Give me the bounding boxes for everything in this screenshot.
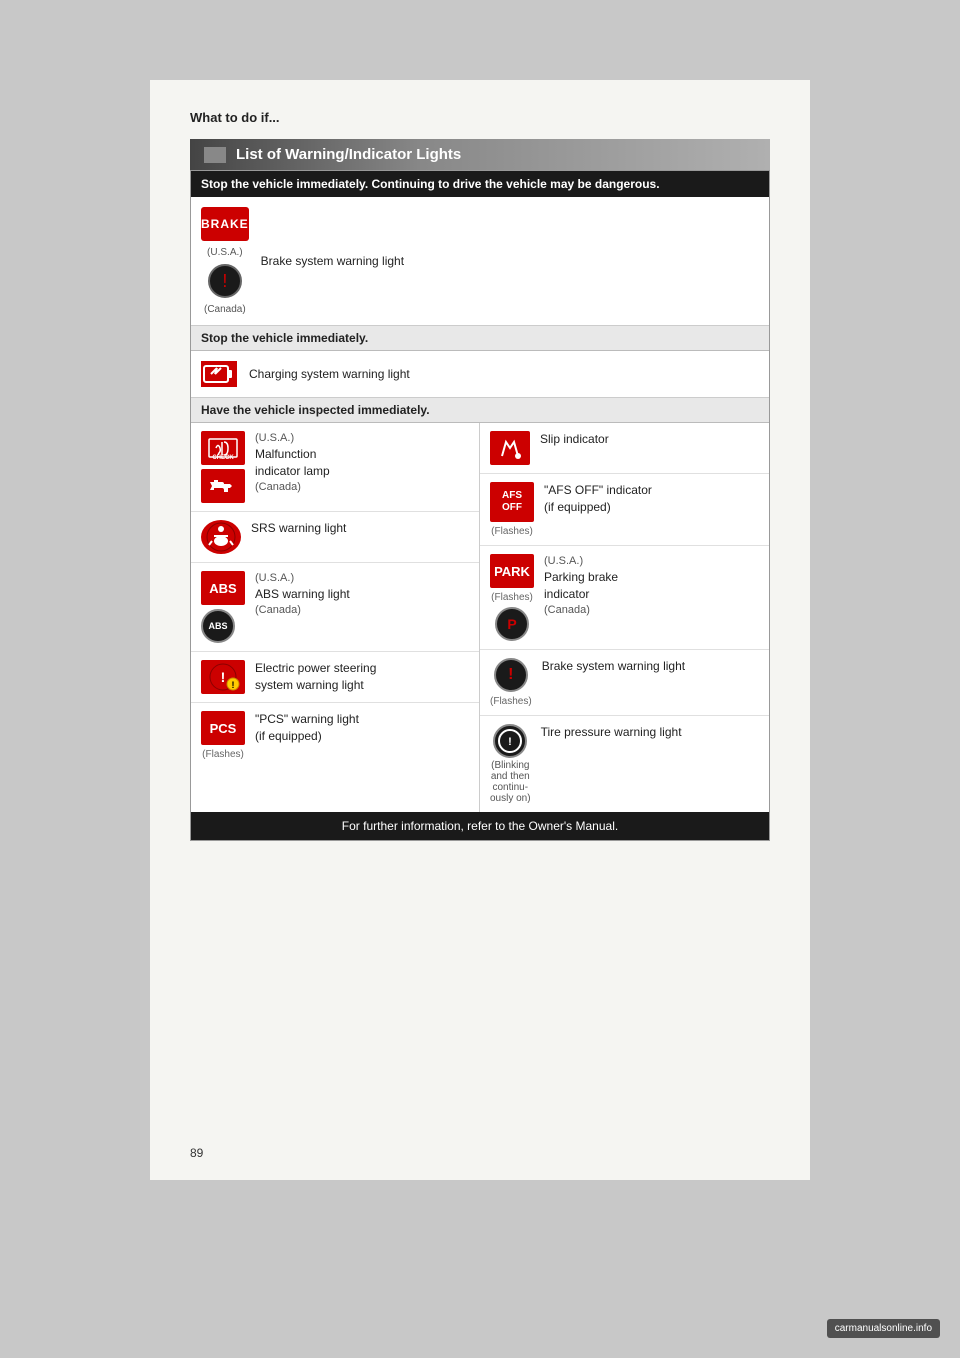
page-container: What to do if... List of Warning/Indicat…	[150, 80, 810, 1180]
slip-icon	[490, 431, 530, 465]
danger-text: Stop the vehicle immediately. Continuing…	[201, 177, 660, 191]
slip-row: Slip indicator	[480, 423, 769, 474]
pcs-label: "PCS" warning light (if equipped)	[255, 711, 359, 745]
inspect-row: Have the vehicle inspected immediately.	[191, 398, 769, 423]
page-number: 89	[190, 1146, 203, 1160]
brake-description: Brake system warning light	[261, 253, 404, 270]
abs-badge: ABS	[201, 571, 245, 605]
malfunction-label: (U.S.A.) Malfunction indicator lamp (Can…	[255, 431, 330, 495]
brake-warn-label: Brake system warning light	[542, 658, 685, 675]
svg-text:!: !	[508, 736, 512, 748]
afs-row: AFSOFF (Flashes) "AFS OFF" indicator (if…	[480, 474, 769, 546]
park-circle: P	[495, 607, 529, 641]
eps-icon: ! !	[201, 660, 245, 694]
left-column: CHECK (U.S.A.) Malfunction indicator lam…	[191, 423, 480, 812]
brake-block: BRAKE (U.S.A.) ! (Canada) Brake system w…	[191, 197, 769, 326]
abs-label: (U.S.A.) ABS warning light (Canada)	[255, 571, 350, 619]
brake-canada-label: (Canada)	[204, 304, 246, 315]
warning-table: Stop the vehicle immediately. Continuing…	[190, 170, 770, 841]
park-label: (U.S.A.) Parking brake indicator (Canada…	[544, 554, 618, 618]
list-header: List of Warning/Indicator Lights	[190, 139, 770, 170]
two-col-section: CHECK (U.S.A.) Malfunction indicator lam…	[191, 423, 769, 812]
stop-row: Stop the vehicle immediately.	[191, 326, 769, 351]
svg-text:!: !	[221, 669, 226, 685]
inspect-text: Have the vehicle inspected immediately.	[201, 403, 430, 417]
pcs-badge: PCS	[201, 711, 245, 745]
tire-row: ! (Blinking and then continu- ously on) …	[480, 716, 769, 812]
charging-description: Charging system warning light	[249, 366, 410, 383]
check-badge: CHECK	[201, 431, 245, 465]
park-row: PARK (Flashes) P (U.S.A.) Parking brake …	[480, 546, 769, 650]
brake-warn-row: ! (Flashes) Brake system warning light	[480, 650, 769, 716]
right-column: Slip indicator AFSOFF (Flashes) "AFS OFF…	[480, 423, 769, 812]
footer-bar: For further information, refer to the Ow…	[191, 812, 769, 840]
header-title: List of Warning/Indicator Lights	[236, 146, 461, 163]
srs-label: SRS warning light	[251, 520, 346, 537]
brake-usa-label: (U.S.A.)	[207, 247, 243, 258]
eps-label: Electric power steering system warning l…	[255, 660, 376, 694]
abs-row: ABS ABS (U.S.A.) ABS warning light (Cana…	[191, 563, 479, 652]
svg-text:CHECK: CHECK	[212, 455, 234, 461]
afs-label: "AFS OFF" indicator (if equipped)	[544, 482, 652, 516]
section-title: What to do if...	[190, 110, 770, 125]
srs-icon	[201, 520, 241, 554]
srs-row: SRS warning light	[191, 512, 479, 563]
abs-circle-badge: ABS	[201, 609, 235, 643]
brake-badge: BRAKE	[201, 207, 249, 241]
footer-text: For further information, refer to the Ow…	[342, 819, 618, 833]
tire-label: Tire pressure warning light	[541, 724, 682, 741]
stop-text: Stop the vehicle immediately.	[201, 331, 368, 345]
tire-icon: !	[493, 724, 527, 758]
park-badge: PARK	[490, 554, 534, 588]
malfunction-row: CHECK (U.S.A.) Malfunction indicator lam…	[191, 423, 479, 512]
slip-label: Slip indicator	[540, 431, 609, 448]
brake-canada-icon: !	[208, 264, 242, 298]
check-engine-icon	[201, 469, 245, 503]
pcs-row: PCS (Flashes) "PCS" warning light (if eq…	[191, 703, 479, 768]
svg-text:!: !	[232, 680, 235, 690]
charging-icon	[201, 361, 237, 387]
brake-warn-icon: !	[494, 658, 528, 692]
header-icon	[204, 147, 226, 163]
charging-block: Charging system warning light	[191, 351, 769, 398]
danger-row: Stop the vehicle immediately. Continuing…	[191, 171, 769, 197]
carmanuals-logo: carmanualsonline.info	[827, 1319, 940, 1338]
eps-row: ! ! Electric power steering system warni…	[191, 652, 479, 703]
afs-badge: AFSOFF	[490, 482, 534, 522]
